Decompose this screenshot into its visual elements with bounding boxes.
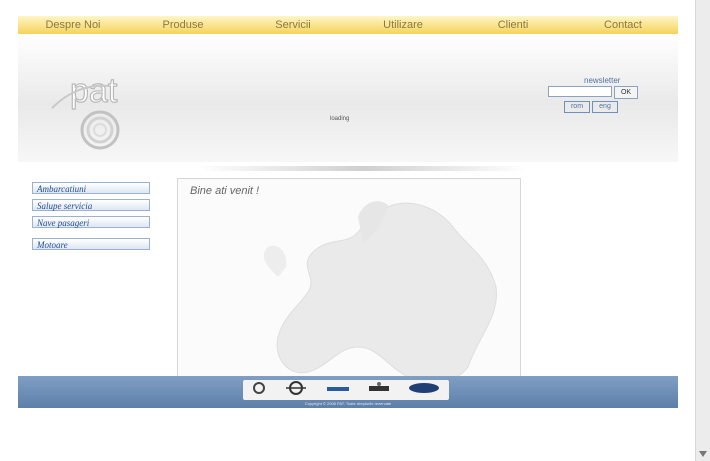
scroll-down-arrow-icon[interactable] — [699, 451, 707, 457]
menu-nave-pasageri[interactable]: Nave pasageri — [32, 216, 150, 228]
europe-map-image — [263, 201, 497, 377]
partner-logos — [243, 380, 449, 400]
nav-contact[interactable]: Contact — [568, 16, 678, 34]
nav-produse[interactable]: Produse — [128, 16, 238, 34]
partner-logo-1 — [252, 381, 266, 400]
copyright-text: Copyright © 2008 PAT. Toate drepturile r… — [304, 401, 392, 406]
partner-logo-3 — [326, 381, 350, 399]
partner-logo-2 — [284, 380, 308, 400]
header-banner: pat loading newsletter OK rom eng — [18, 34, 678, 162]
welcome-text: Bine ati venit ! — [190, 185, 260, 197]
nav-utilizare[interactable]: Utilizare — [348, 16, 458, 34]
vertical-scrollbar[interactable] — [695, 0, 710, 461]
newsletter-ok-button[interactable]: OK — [614, 86, 638, 99]
loading-text: loading — [330, 116, 350, 122]
main-content: Bine ati venit ! — [177, 178, 521, 378]
partner-logo-4 — [368, 381, 390, 399]
page: Despre Noi Produse Servicii Utilizare Cl… — [18, 16, 678, 408]
menu-ambarcatiuni[interactable]: Ambarcatiuni — [32, 182, 150, 194]
newsletter-title: newsletter — [584, 76, 621, 85]
language-rom-button[interactable]: rom — [564, 101, 590, 113]
nav-servicii[interactable]: Servicii — [238, 16, 348, 34]
partner-logo-5 — [408, 381, 440, 399]
nav-despre-noi[interactable]: Despre Noi — [18, 16, 128, 34]
nav-clienti[interactable]: Clienti — [458, 16, 568, 34]
menu-motoare[interactable]: Motoare — [32, 238, 150, 250]
language-eng-button[interactable]: eng — [592, 101, 618, 113]
footer: Copyright © 2008 PAT. Toate drepturile r… — [18, 376, 678, 408]
content-separator — [198, 166, 528, 171]
pat-logo: pat — [51, 71, 120, 150]
newsletter-email-input[interactable] — [548, 86, 612, 97]
menu-salupe-servicia[interactable]: Salupe servicia — [32, 199, 150, 211]
top-navigation: Despre Noi Produse Servicii Utilizare Cl… — [18, 16, 678, 34]
